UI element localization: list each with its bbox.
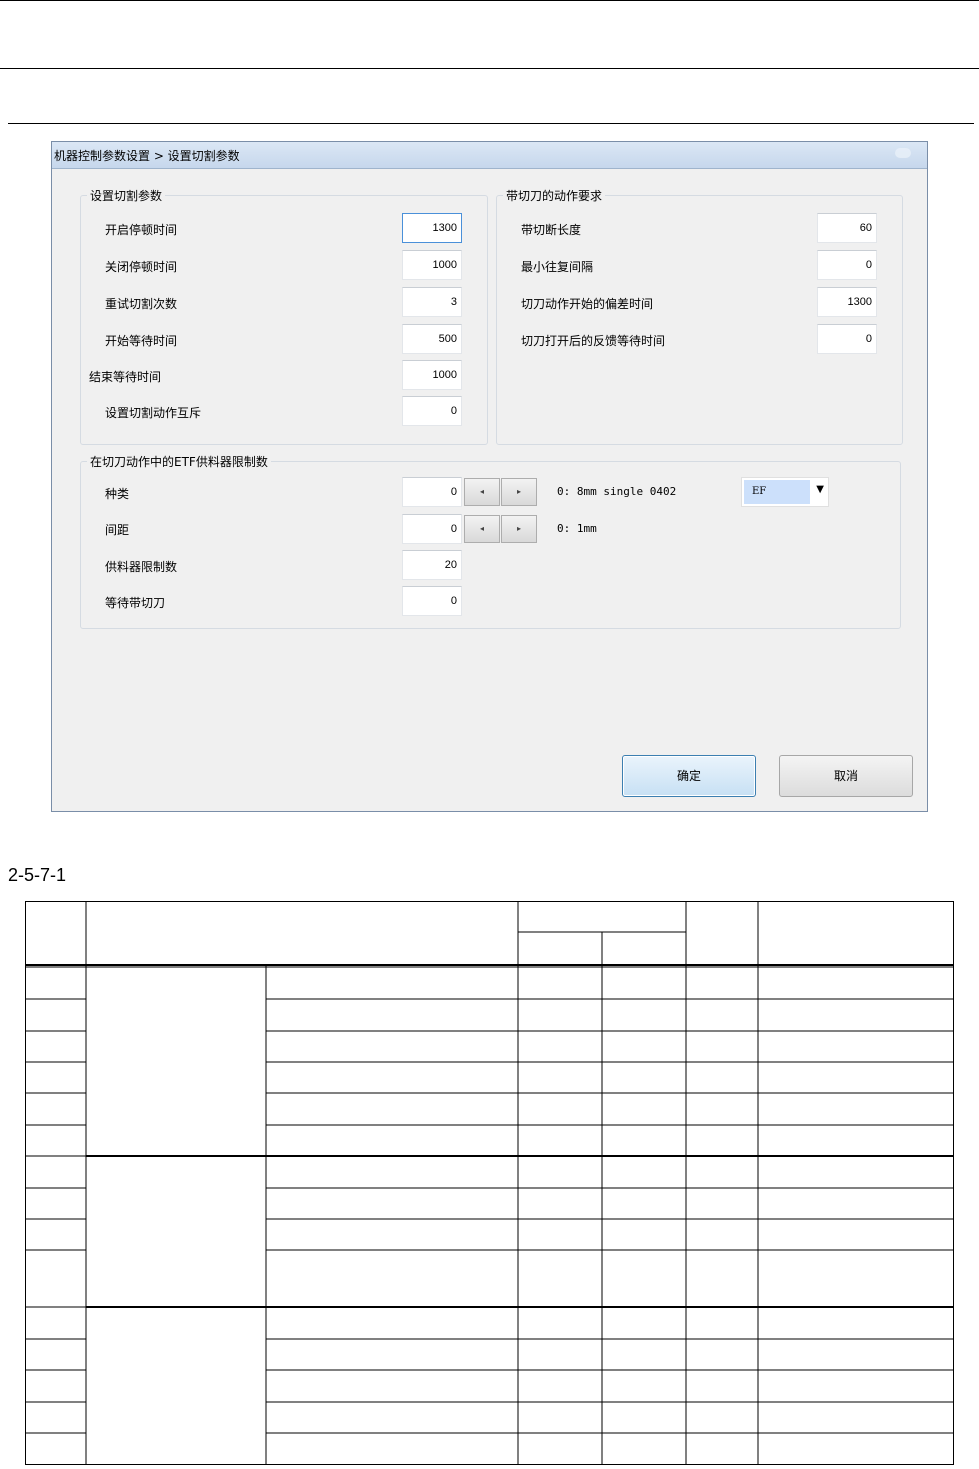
ok-button[interactable]: 确定 (622, 755, 756, 797)
start-wait-input[interactable]: 500 (402, 324, 462, 354)
cut-parameter-dialog: 机器控制参数设置 > 设置切割参数 设置切割参数 开启停顿时间 1300 关闭停… (51, 141, 928, 812)
type-info-text: 0: 8mm single 0402 (557, 485, 677, 498)
header-rule-middle (0, 68, 979, 69)
cancel-button[interactable]: 取消 (779, 755, 913, 797)
feeder-type-select[interactable]: EF ▼ (741, 477, 829, 507)
titlebar-glow (895, 148, 911, 158)
field-label-cut-mutex: 设置切割动作互斥 (105, 406, 202, 420)
close-pause-input[interactable]: 1000 (402, 250, 462, 280)
group-etf-feeder-limit-legend: 在切刀动作中的ETF供料器限制数 (87, 453, 271, 470)
group-cut-params-legend: 设置切割参数 (87, 187, 166, 204)
cut-mutex-input[interactable]: 0 (402, 396, 462, 426)
feeder-limit-input[interactable]: 20 (402, 550, 462, 580)
chevron-down-icon[interactable]: ▼ (816, 484, 824, 495)
parameter-table (24, 900, 955, 1466)
tape-cut-length-input[interactable]: 60 (817, 213, 877, 243)
blade-feedback-wait-input[interactable]: 0 (817, 324, 877, 354)
figure-caption: 2-5-7-1 (8, 865, 67, 885)
header-rule-bottom (8, 123, 974, 124)
dialog-title: 机器控制参数设置 > 设置切割参数 (54, 149, 240, 163)
parameter-table-grid (24, 900, 955, 1466)
field-label-blade-start-offset: 切刀动作开始的偏差时间 (521, 297, 654, 311)
wait-tape-blade-input[interactable]: 0 (402, 586, 462, 616)
min-reciprocating-interval-input[interactable]: 0 (817, 250, 877, 280)
field-label-blade-feedback-wait: 切刀打开后的反馈等待时间 (521, 334, 666, 348)
field-label-min-reciprocating-interval: 最小往复间隔 (521, 260, 594, 274)
field-label-pitch: 间距 (105, 523, 130, 537)
field-label-end-wait: 结束等待时间 (89, 370, 162, 384)
dialog-titlebar[interactable]: 机器控制参数设置 > 设置切割参数 (52, 142, 927, 169)
pitch-decrement-button[interactable]: ◂ (464, 515, 500, 543)
header-rule-top (0, 0, 979, 1)
feeder-type-select-value: EF (744, 480, 810, 504)
end-wait-input[interactable]: 1000 (402, 360, 462, 390)
field-label-tape-cut-length: 带切断长度 (521, 223, 582, 237)
type-decrement-button[interactable]: ◂ (464, 478, 500, 506)
open-pause-input[interactable]: 1300 (402, 213, 462, 243)
type-input[interactable]: 0 (402, 477, 462, 507)
field-label-open-pause: 开启停顿时间 (105, 223, 178, 237)
retry-count-input[interactable]: 3 (402, 287, 462, 317)
type-increment-button[interactable]: ▸ (501, 478, 537, 506)
field-label-feeder-limit: 供料器限制数 (105, 560, 178, 574)
pitch-input[interactable]: 0 (402, 514, 462, 544)
group-blade-action-legend: 带切刀的动作要求 (503, 187, 606, 204)
field-label-retry-count: 重试切割次数 (105, 297, 178, 311)
pitch-info-text: 0: 1mm (557, 522, 597, 535)
field-label-start-wait: 开始等待时间 (105, 334, 178, 348)
field-label-wait-tape-blade: 等待带切刀 (105, 596, 166, 610)
pitch-increment-button[interactable]: ▸ (501, 515, 537, 543)
field-label-type: 种类 (105, 487, 130, 501)
field-label-close-pause: 关闭停顿时间 (105, 260, 178, 274)
blade-start-offset-input[interactable]: 1300 (817, 287, 877, 317)
